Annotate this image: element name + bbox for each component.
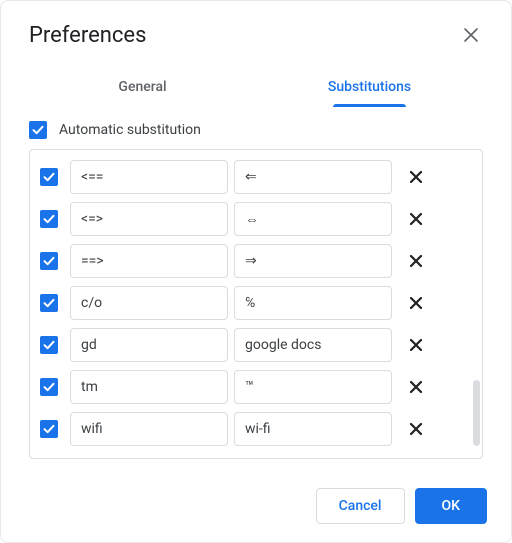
checkmark-icon — [42, 338, 56, 352]
with-input[interactable] — [234, 412, 392, 446]
close-icon — [410, 339, 422, 351]
with-input[interactable] — [234, 160, 392, 194]
replace-input[interactable] — [70, 202, 228, 236]
table-row — [36, 366, 476, 408]
close-button[interactable] — [455, 19, 487, 51]
auto-substitution-checkbox[interactable] — [29, 121, 47, 139]
table-row — [36, 198, 476, 240]
checkmark-icon — [42, 170, 56, 184]
row-checkbox[interactable] — [40, 210, 58, 228]
scrollbar-thumb[interactable] — [473, 380, 480, 446]
delete-row-button[interactable] — [398, 286, 434, 320]
table-row — [36, 408, 476, 450]
delete-row-button[interactable] — [398, 160, 434, 194]
with-input[interactable] — [234, 286, 392, 320]
close-icon — [410, 255, 422, 267]
row-checkbox[interactable] — [40, 252, 58, 270]
checkmark-icon — [42, 212, 56, 226]
row-checkbox[interactable] — [40, 336, 58, 354]
close-icon — [410, 423, 422, 435]
delete-row-button[interactable] — [398, 412, 434, 446]
auto-substitution-row: Automatic substitution — [29, 121, 483, 139]
replace-input[interactable] — [70, 328, 228, 362]
delete-row-button[interactable] — [398, 370, 434, 404]
delete-row-button[interactable] — [398, 244, 434, 278]
cancel-button[interactable]: Cancel — [316, 488, 405, 524]
row-checkbox[interactable] — [40, 294, 58, 312]
table-rows — [36, 156, 476, 450]
checkmark-icon — [31, 123, 45, 137]
substitution-table — [29, 149, 483, 459]
replace-input[interactable] — [70, 286, 228, 320]
table-row — [36, 240, 476, 282]
checkmark-icon — [42, 422, 56, 436]
table-row — [36, 324, 476, 366]
row-checkbox[interactable] — [40, 378, 58, 396]
delete-row-button[interactable] — [398, 202, 434, 236]
with-input[interactable] — [234, 328, 392, 362]
dialog-footer: Cancel OK — [316, 488, 487, 524]
close-icon — [410, 381, 422, 393]
tab-substitutions[interactable]: Substitutions — [256, 69, 483, 107]
dialog-header: Preferences — [1, 1, 511, 59]
with-input[interactable] — [234, 202, 392, 236]
table-row — [36, 156, 476, 198]
replace-input[interactable] — [70, 160, 228, 194]
close-icon — [410, 171, 422, 183]
table-row — [36, 282, 476, 324]
row-checkbox[interactable] — [40, 168, 58, 186]
close-icon — [410, 297, 422, 309]
close-icon — [410, 213, 422, 225]
tabs: General Substitutions — [1, 69, 511, 107]
with-input[interactable] — [234, 244, 392, 278]
replace-input[interactable] — [70, 412, 228, 446]
dialog-title: Preferences — [29, 23, 146, 48]
row-checkbox[interactable] — [40, 420, 58, 438]
auto-substitution-label: Automatic substitution — [59, 122, 201, 138]
checkmark-icon — [42, 254, 56, 268]
replace-input[interactable] — [70, 244, 228, 278]
replace-input[interactable] — [70, 370, 228, 404]
checkmark-icon — [42, 380, 56, 394]
with-input[interactable] — [234, 370, 392, 404]
close-icon — [463, 27, 479, 43]
checkmark-icon — [42, 296, 56, 310]
ok-button[interactable]: OK — [415, 488, 488, 524]
preferences-dialog: Preferences General Substitutions Automa… — [0, 0, 512, 543]
delete-row-button[interactable] — [398, 328, 434, 362]
dialog-content: Automatic substitution — [1, 107, 511, 459]
tab-general[interactable]: General — [29, 69, 256, 107]
